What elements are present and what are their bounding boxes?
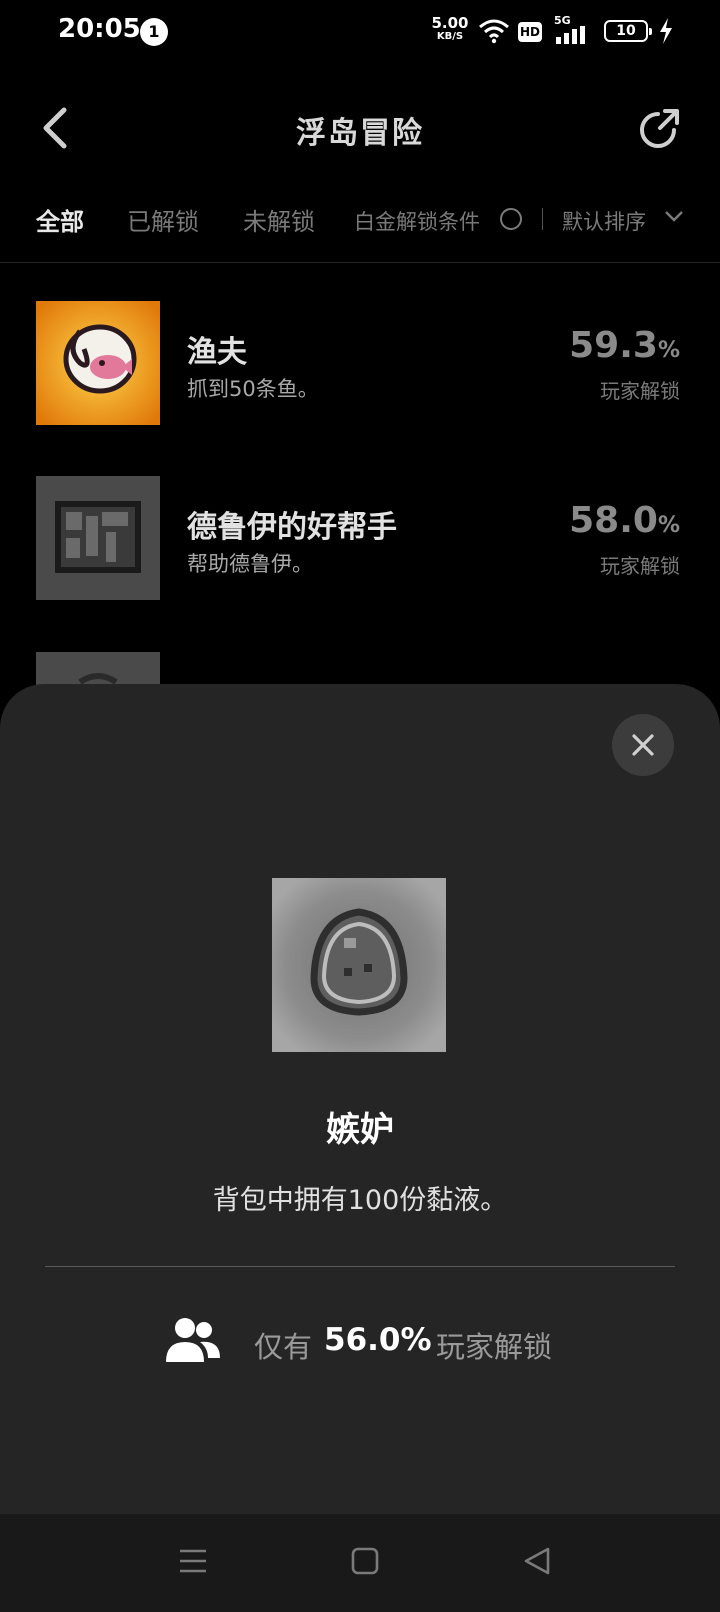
wifi-icon <box>479 19 509 44</box>
achievement-desc: 帮助德鲁伊。 <box>187 552 313 576</box>
tab-locked[interactable]: 未解锁 <box>243 202 315 237</box>
achievement-row-fisher[interactable]: 渔夫 抓到50条鱼。 59.3% 玩家解锁 <box>0 301 720 425</box>
unlock-percent-value: 59.3 <box>569 325 658 366</box>
home-icon[interactable] <box>350 1546 380 1576</box>
clock: 20:05 <box>58 14 141 44</box>
platinum-condition-toggle[interactable] <box>500 208 522 230</box>
jealousy-badge-image <box>272 878 446 1052</box>
network-speed-value: 5.00 <box>431 14 469 32</box>
hd-icon: HD <box>518 22 542 42</box>
stat-suffix: 玩家解锁 <box>436 1330 553 1364</box>
app-header: 浮岛冒险 <box>0 90 720 164</box>
tab-separator <box>542 208 543 230</box>
unlock-percent-sign: % <box>657 513 680 538</box>
status-bar: 20:05 1 5.00 KB/S HD 5G 10 <box>0 0 720 64</box>
unlock-label: 玩家解锁 <box>600 379 680 403</box>
platinum-condition-label[interactable]: 白金解锁条件 <box>354 206 480 236</box>
tab-unlocked[interactable]: 已解锁 <box>127 202 199 237</box>
network-speed: 5.00 KB/S <box>430 16 470 42</box>
close-icon[interactable] <box>612 714 674 776</box>
unlock-percent: 58.0% <box>569 500 680 541</box>
notification-count-badge: 1 <box>140 18 168 46</box>
sort-dropdown[interactable]: 默认排序 <box>562 206 646 236</box>
header-divider <box>0 262 720 263</box>
unlock-percent-value: 58.0 <box>569 500 658 541</box>
menu-icon[interactable] <box>178 1546 208 1576</box>
stat-percent: 56.0% <box>324 1322 432 1358</box>
unlock-percent: 59.3% <box>569 325 680 366</box>
achievement-title: 德鲁伊的好帮手 <box>187 510 397 545</box>
users-icon <box>166 1318 220 1362</box>
unlock-stat: 仅有 56.0% 玩家解锁 <box>164 1314 584 1370</box>
tab-all[interactable]: 全部 <box>36 202 84 237</box>
system-navigation-bar <box>0 1514 720 1612</box>
page-title: 浮岛冒险 <box>296 116 424 151</box>
chevron-down-icon[interactable] <box>664 208 684 224</box>
achievement-desc: 抓到50条鱼。 <box>187 377 319 401</box>
filter-tabs: 全部 已解锁 未解锁 白金解锁条件 默认排序 <box>0 196 720 242</box>
achievement-title: 渔夫 <box>187 335 247 370</box>
battery-indicator: 10 <box>604 20 652 42</box>
unlock-percent-sign: % <box>657 338 680 363</box>
achievement-detail-sheet: 嫉妒 背包中拥有100份黏液。 仅有 56.0% 玩家解锁 <box>0 684 720 1514</box>
network-speed-unit: KB/S <box>436 31 464 42</box>
achievement-row-druid-helper[interactable]: 德鲁伊的好帮手 帮助德鲁伊。 58.0% 玩家解锁 <box>0 476 720 600</box>
fisher-badge-image <box>36 301 160 425</box>
signal-icon <box>556 26 585 44</box>
stat-prefix: 仅有 <box>254 1330 313 1364</box>
share-icon[interactable] <box>636 104 684 152</box>
unlock-label: 玩家解锁 <box>600 554 680 578</box>
druid-helper-badge-image <box>36 476 160 600</box>
charging-icon <box>660 18 672 44</box>
detail-title: 嫉妒 <box>326 1110 394 1150</box>
detail-divider <box>45 1266 675 1267</box>
back-icon[interactable] <box>522 1546 552 1576</box>
detail-description: 背包中拥有100份黏液。 <box>212 1185 508 1216</box>
